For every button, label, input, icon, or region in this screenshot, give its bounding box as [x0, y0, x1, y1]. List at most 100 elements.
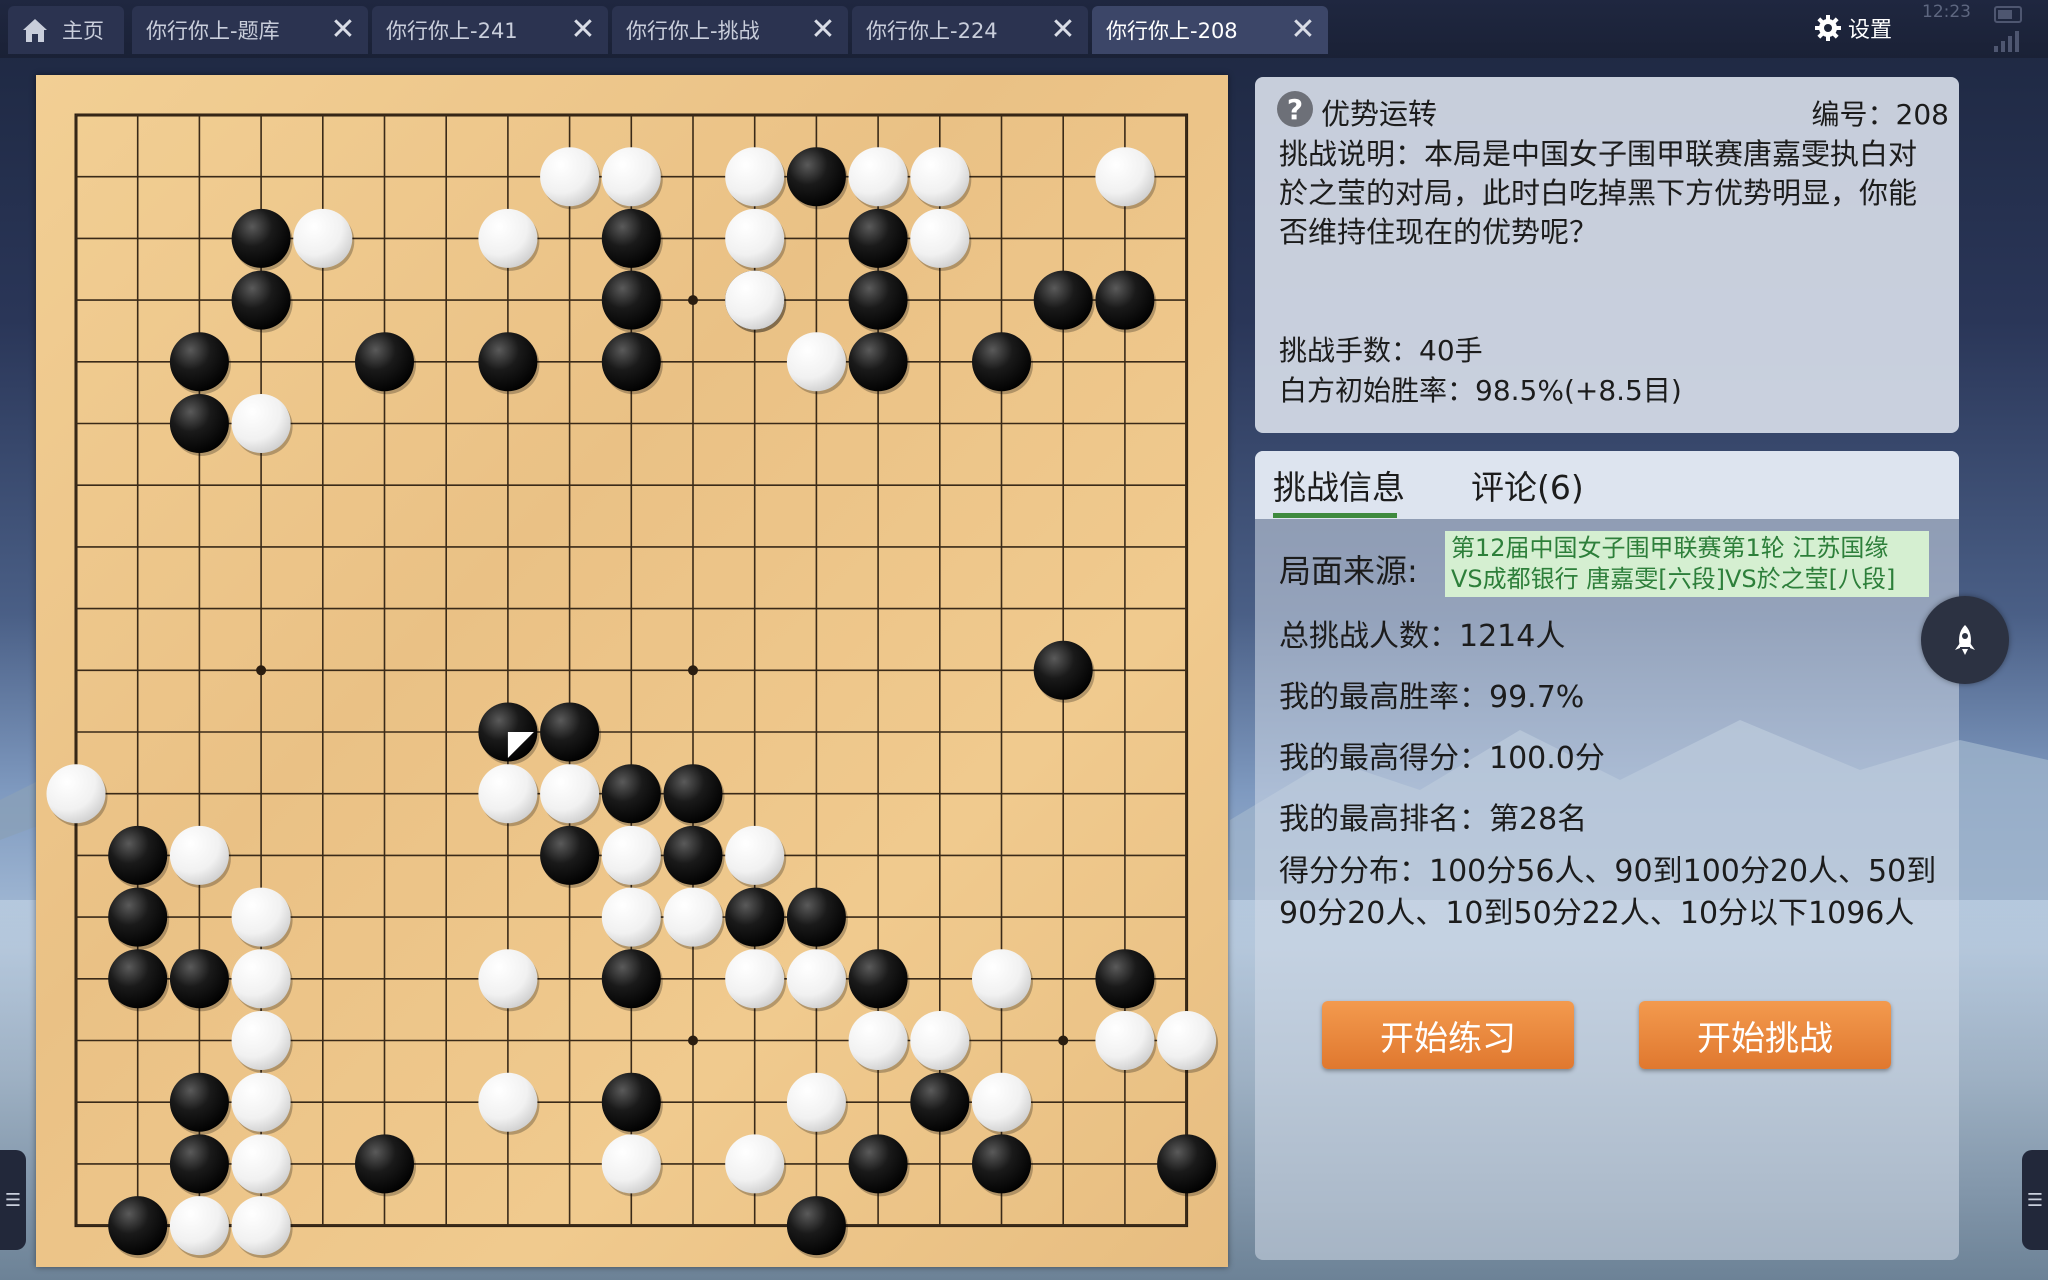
tab-label: 你行你上-208: [1106, 19, 1238, 43]
system-time: 12:23: [1922, 2, 1971, 22]
star-point: [688, 295, 698, 306]
black-stone: [601, 208, 661, 268]
challenge-description: 挑战说明：本局是中国女子围甲联赛唐嘉雯执白对於之莹的对局，此时白吃掉黑下方优势明…: [1279, 137, 1918, 249]
tab-224[interactable]: 你行你上-224 ✕: [852, 6, 1088, 54]
black-stone: [355, 1134, 414, 1194]
black-stone: [601, 949, 661, 1009]
black-stone: [601, 1072, 661, 1132]
black-stone: [231, 270, 291, 330]
black-stone: [108, 1196, 168, 1256]
black-stone: [972, 1134, 1031, 1194]
start-practice-button[interactable]: 开始练习: [1322, 1001, 1574, 1069]
go-board[interactable]: [36, 75, 1228, 1267]
white-stone: [601, 887, 661, 947]
close-icon[interactable]: ✕: [1286, 13, 1320, 47]
white-stone: [169, 825, 229, 885]
black-stone: [169, 394, 229, 453]
star-point: [256, 665, 267, 676]
battery-icon: [1994, 6, 2022, 23]
black-stone: [663, 764, 723, 824]
source-line-2: VS成都银行 唐嘉雯[六段]VS於之莹[八段]: [1451, 565, 1896, 593]
left-menu-handle[interactable]: ☰: [0, 1150, 26, 1250]
white-stone: [540, 147, 600, 207]
black-stone: [601, 332, 661, 392]
black-stone: [725, 887, 785, 947]
tab-208[interactable]: 你行你上-208 ✕: [1092, 6, 1328, 54]
initial-winrate: 白方初始胜率：98.5%(+8.5目): [1279, 374, 1682, 407]
white-stone: [478, 1072, 538, 1132]
white-stone: [540, 764, 600, 824]
white-stone: [1095, 1011, 1155, 1070]
black-stone: [601, 270, 661, 330]
black-stone: [108, 949, 168, 1009]
right-menu-handle[interactable]: ☰: [2022, 1150, 2048, 1250]
question-icon[interactable]: ?: [1277, 91, 1313, 127]
black-stone: [169, 332, 229, 392]
tab-challenge[interactable]: 你行你上-挑战 ✕: [612, 6, 848, 54]
start-challenge-button[interactable]: 开始挑战: [1639, 1001, 1891, 1069]
score-distribution: 得分分布：100分56人、90到100分20人、50到90分20人、10到50分…: [1279, 854, 1937, 931]
black-stone: [601, 764, 661, 824]
white-stone: [1157, 1011, 1217, 1070]
challenge-title: 优势运转: [1321, 97, 1438, 131]
white-stone: [231, 1134, 291, 1194]
tab-241[interactable]: 你行你上-241 ✕: [372, 6, 608, 54]
white-stone: [478, 208, 538, 268]
white-stone: [663, 887, 723, 947]
source-link[interactable]: 第12届中国女子围甲联赛第1轮 江苏国缘 VS成都银行 唐嘉雯[六段]VS於之莹…: [1445, 531, 1929, 597]
white-stone: [231, 1011, 291, 1070]
white-stone: [231, 1196, 291, 1256]
tab-label: 你行你上-224: [866, 19, 998, 43]
black-stone: [169, 1072, 229, 1132]
white-stone: [725, 208, 785, 268]
black-stone: [1095, 949, 1155, 1009]
close-icon[interactable]: ✕: [326, 13, 360, 47]
black-stone: [169, 1134, 229, 1194]
white-stone: [478, 949, 538, 1009]
black-stone: [786, 887, 846, 947]
white-stone: [1095, 147, 1155, 207]
black-stone: [786, 147, 846, 207]
settings-button[interactable]: 设置: [1814, 10, 1892, 46]
white-stone: [725, 270, 785, 330]
white-stone: [231, 1072, 291, 1132]
tab-comments[interactable]: 评论(6): [1471, 461, 1584, 509]
white-stone: [231, 949, 291, 1009]
close-icon[interactable]: ✕: [1046, 13, 1080, 47]
white-stone: [725, 147, 785, 207]
close-icon[interactable]: ✕: [566, 13, 600, 47]
active-tab-indicator: [1273, 513, 1397, 518]
black-stone: [786, 1196, 846, 1256]
source-line-1: 第12届中国女子围甲联赛第1轮 江苏国缘: [1451, 534, 1889, 562]
black-stone: [663, 825, 723, 885]
settings-label: 设置: [1848, 18, 1893, 43]
white-stone: [601, 147, 661, 207]
rocket-icon: [1955, 625, 1975, 655]
close-icon[interactable]: ✕: [806, 13, 840, 47]
white-stone: [231, 887, 291, 947]
tab-question-bank[interactable]: 你行你上-题库 ✕: [132, 6, 368, 54]
black-stone: [540, 702, 600, 762]
black-stone: [108, 825, 168, 885]
black-stone: [848, 332, 908, 392]
board-grid[interactable]: [36, 75, 1228, 1267]
black-stone: [1033, 640, 1093, 700]
black-stone: [478, 332, 538, 392]
source-label: 局面来源:: [1279, 552, 1418, 590]
white-stone: [46, 764, 106, 824]
white-stone: [478, 764, 538, 824]
tab-home[interactable]: 主页: [8, 6, 124, 54]
gear-icon: [1815, 15, 1841, 41]
rocket-button[interactable]: [1921, 596, 2009, 684]
total-challengers: 总挑战人数：1214人: [1279, 619, 1566, 654]
white-stone: [972, 949, 1031, 1009]
white-stone: [601, 825, 661, 885]
challenge-number: 编号：208: [1811, 98, 1949, 131]
white-stone: [293, 208, 353, 268]
black-stone: [355, 332, 414, 392]
challenge-details-panel: 挑战信息 评论(6) 局面来源: 第12届中国女子围甲联赛第1轮 江苏国缘 VS…: [1255, 451, 1959, 1260]
tab-bar: 主页 你行你上-题库 ✕ 你行你上-241 ✕ 你行你上-挑战 ✕ 你行你上-2…: [0, 0, 2048, 58]
challenge-info-card: ? 优势运转 编号：208 挑战说明：本局是中国女子围甲联赛唐嘉雯执白对於之莹的…: [1255, 77, 1959, 433]
black-stone: [1033, 270, 1093, 330]
tab-challenge-info[interactable]: 挑战信息: [1273, 461, 1405, 509]
